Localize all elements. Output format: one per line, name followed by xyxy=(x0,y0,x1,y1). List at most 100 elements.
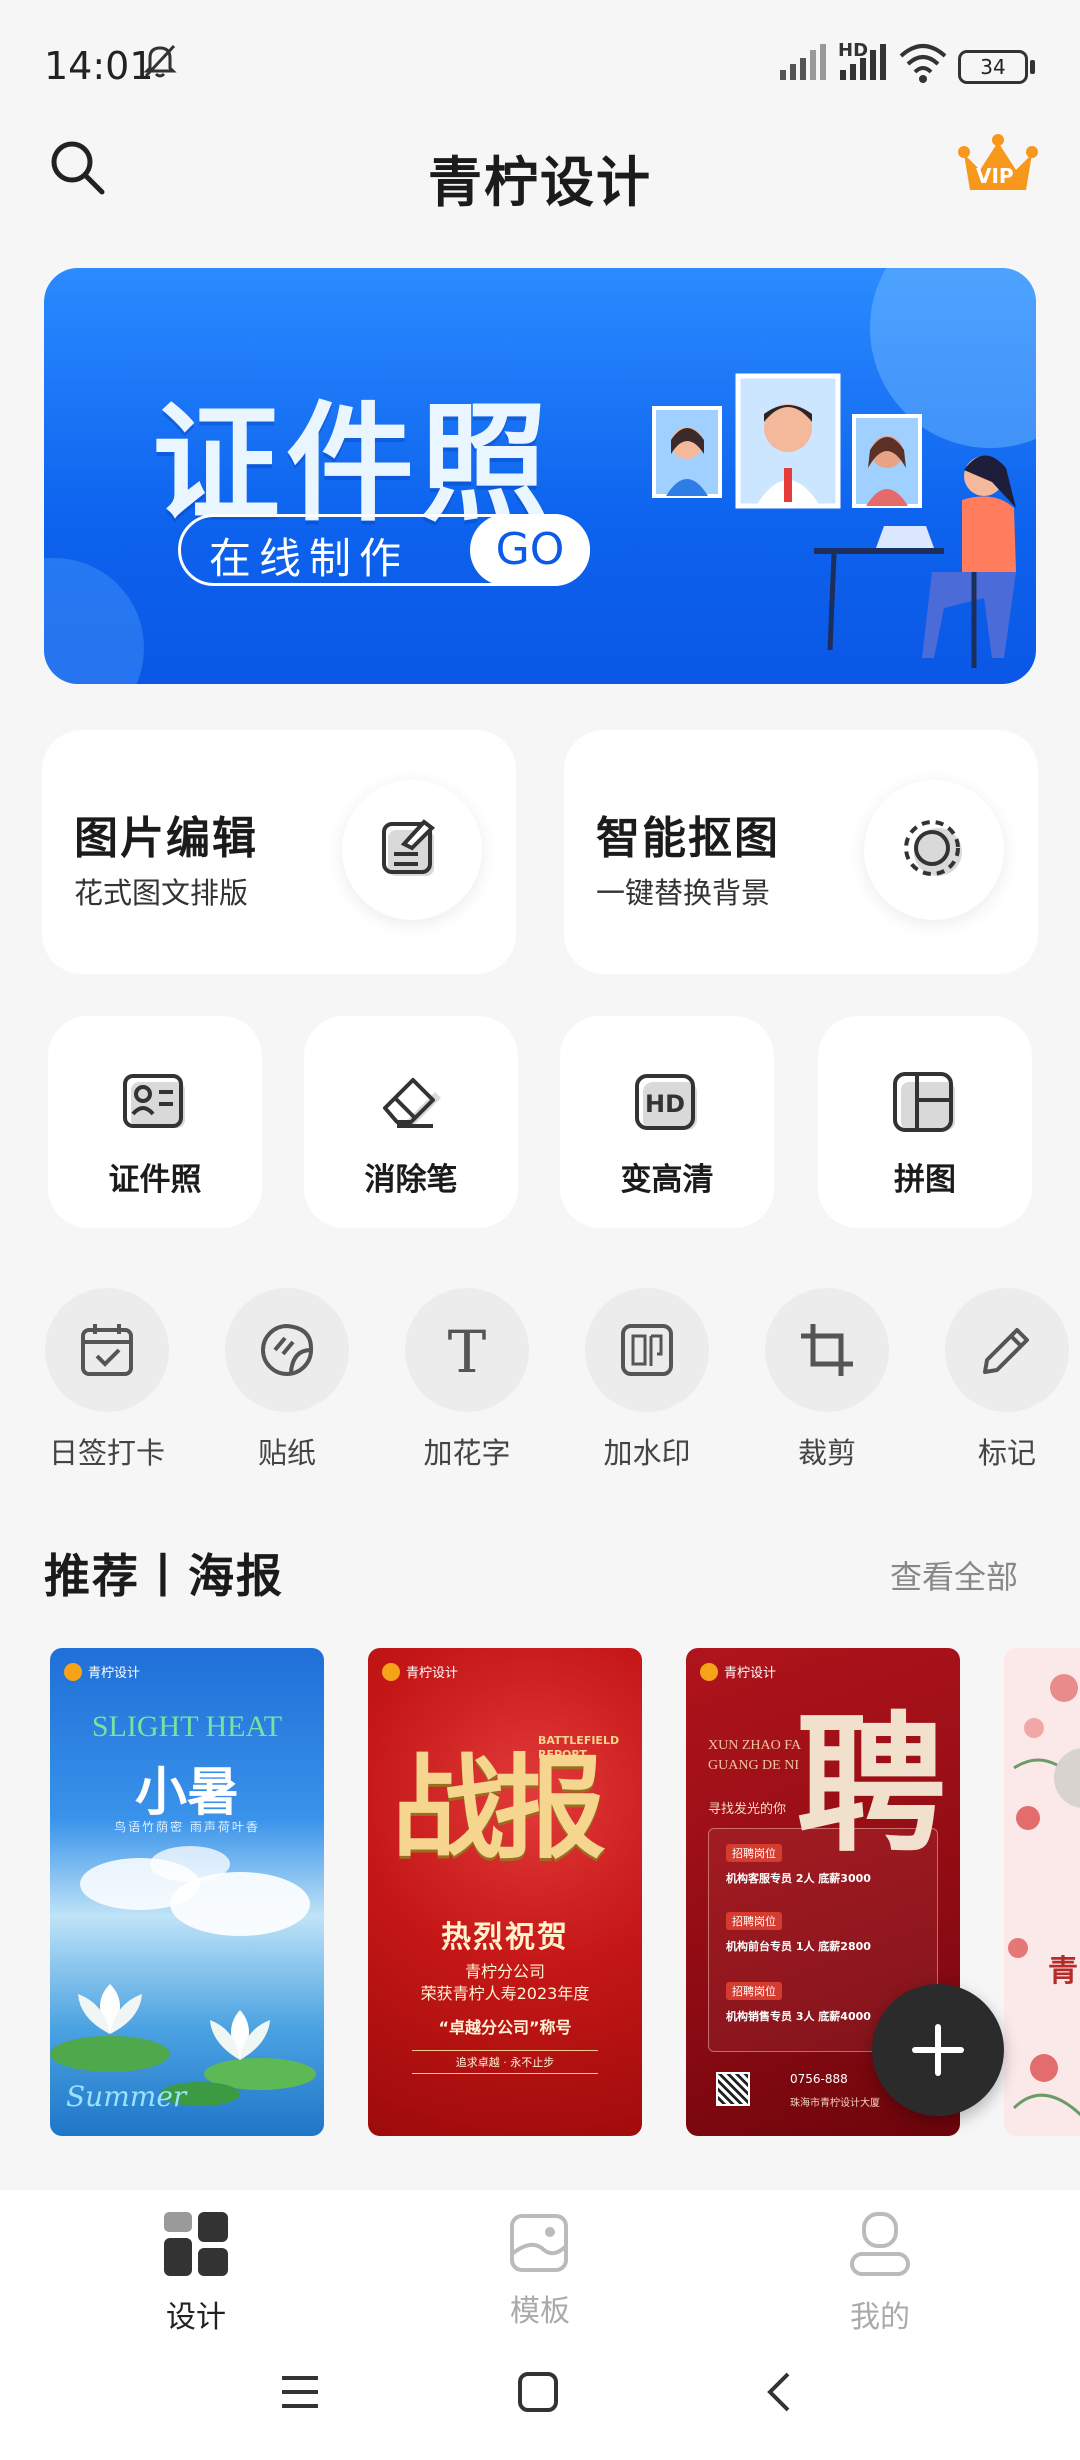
nav-label-template: 模板 xyxy=(510,2294,570,2329)
user-icon xyxy=(850,2212,910,2276)
poster-brand-name: 青柠设计 xyxy=(406,1666,459,1681)
vip-label: VIP xyxy=(976,164,1014,188)
tool-label: 消除笔 xyxy=(364,1162,458,1198)
battery-tip xyxy=(1030,60,1035,74)
round-tool-daily-checkin[interactable]: 日签打卡 xyxy=(24,1286,174,1470)
poster-script: Summer xyxy=(66,2080,187,2113)
nav-item-mine[interactable]: 我的 xyxy=(780,2210,980,2340)
poster-card-battle-report[interactable]: 青柠设计 战报 BATTLEFIELD REPORT 热烈祝贺 青柠分公司 荣获… xyxy=(368,1648,642,2136)
banner-pill[interactable]: 在线制作 GO xyxy=(178,514,590,586)
poster-card-floral[interactable]: 青 xyxy=(1004,1648,1080,2136)
job-line: 机构客服专员 2人 底薪3000 xyxy=(726,1872,871,1885)
poster-brand-name: 青柠设计 xyxy=(724,1666,777,1681)
hd-icon: HD xyxy=(635,1074,697,1130)
job-line: 机构销售专员 3人 底薪4000 xyxy=(726,2010,871,2023)
poster-en: XUN ZHAO FA GUANG DE NI xyxy=(708,1738,801,1773)
poster-subtext: 鸟语竹荫密 雨声荷叶香 xyxy=(114,1820,260,1834)
eraser-icon xyxy=(383,1078,441,1128)
tool-label: 变高清 xyxy=(620,1162,714,1198)
poster-brand: 青柠设计 xyxy=(64,1662,140,1681)
poster-phone: 0756-888 xyxy=(790,2072,848,2086)
job-tag: 招聘岗位 xyxy=(726,1982,782,2000)
feature-title: 智能抠图 xyxy=(596,813,780,864)
template-icon xyxy=(510,2214,568,2272)
add-fab-button[interactable] xyxy=(872,1984,1004,2116)
feature-icon-wrap xyxy=(342,780,482,920)
tool-label: 拼图 xyxy=(894,1162,956,1198)
system-nav-bar xyxy=(0,2340,1080,2460)
poster-line3: 荣获青柠人寿2023年度 xyxy=(420,1984,590,2003)
round-tool-circle xyxy=(945,1288,1069,1412)
poster-heading-en: SLIGHT HEAT xyxy=(91,1710,283,1743)
poster-text: 青 xyxy=(1048,1954,1078,1989)
round-tool-circle xyxy=(585,1288,709,1412)
tool-card-id-photo[interactable]: 证件照 xyxy=(48,1016,262,1228)
round-tool-crop[interactable]: 裁剪 xyxy=(744,1286,894,1470)
home-icon[interactable] xyxy=(516,2370,560,2414)
signal-hd-icon xyxy=(840,44,886,80)
poster-line1: 热烈祝贺 xyxy=(441,1920,569,1955)
tool-card-eraser[interactable]: 消除笔 xyxy=(304,1016,518,1228)
brand-logo-icon xyxy=(64,1662,82,1681)
nav-label-design: 设计 xyxy=(166,2300,226,2335)
job-tag: 招聘岗位 xyxy=(726,1912,782,1930)
brand-logo-icon xyxy=(382,1662,400,1681)
round-tool-circle xyxy=(45,1288,169,1412)
app-title: 青柠设计 xyxy=(428,151,652,214)
round-tool-label: 标记 xyxy=(977,1436,1036,1470)
poster-line4: “卓越分公司”称号 xyxy=(438,2018,572,2037)
round-tool-sticker[interactable]: 贴纸 xyxy=(204,1286,354,1470)
tool-card-hd[interactable]: HD 变高清 xyxy=(560,1016,774,1228)
poster-sub: 寻找发光的你 xyxy=(708,1802,787,1817)
status-time: 14:01 xyxy=(44,44,154,88)
text-t-icon: T xyxy=(448,1320,487,1380)
banner-deco-circle-left xyxy=(44,558,144,684)
crop-icon xyxy=(801,1324,853,1376)
round-tool-label: 裁剪 xyxy=(797,1436,856,1470)
cutout-circle-icon xyxy=(904,820,962,876)
round-tool-label: 贴纸 xyxy=(257,1436,316,1470)
tool-card-collage[interactable]: 拼图 xyxy=(818,1016,1032,1228)
app-header: 青柠设计 VIP xyxy=(0,130,1080,240)
status-bar: 14:01 HD 34 xyxy=(0,0,1080,130)
feature-subtitle: 花式图文排版 xyxy=(74,876,249,910)
pencil-icon xyxy=(983,1328,1029,1374)
banner-go-button[interactable]: GO xyxy=(470,514,590,586)
section-title-recommend: 推荐丨海报 xyxy=(44,1549,284,1603)
id-card-icon xyxy=(123,1074,185,1128)
poster-brand-name: 青柠设计 xyxy=(88,1666,141,1681)
feature-subtitle: 一键替换背景 xyxy=(596,876,771,910)
signal-icon xyxy=(780,44,826,80)
battery-level: 34 xyxy=(980,55,1006,79)
feature-card-smart-cutout[interactable]: 智能抠图 一键替换背景 xyxy=(564,730,1038,974)
round-tool-label: 日签打卡 xyxy=(48,1436,165,1470)
round-tool-label: 加水印 xyxy=(603,1436,691,1470)
feature-card-image-edit[interactable]: 图片编辑 花式图文排版 xyxy=(42,730,516,974)
round-tool-mark[interactable]: 标记 xyxy=(924,1286,1074,1470)
round-tool-fancy-text[interactable]: T 加花字 xyxy=(384,1286,534,1470)
brand-logo-icon xyxy=(700,1662,718,1681)
nav-item-template[interactable]: 模板 xyxy=(440,2210,640,2340)
menu-icon[interactable] xyxy=(278,2370,322,2414)
poster-heading-cn: 小暑 xyxy=(134,1763,239,1823)
vip-button[interactable]: VIP xyxy=(958,132,1038,202)
round-tool-watermark[interactable]: 加水印 xyxy=(564,1286,714,1470)
nav-label-mine: 我的 xyxy=(850,2300,910,2335)
bell-off-icon xyxy=(143,44,177,78)
round-tool-label: 加花字 xyxy=(423,1436,511,1470)
tool-label: 证件照 xyxy=(108,1162,202,1198)
round-tool-circle: T xyxy=(405,1288,529,1412)
svg-text:HD: HD xyxy=(645,1090,685,1118)
calendar-check-icon xyxy=(81,1324,133,1376)
qr-code xyxy=(716,2072,750,2106)
battery-icon: 34 xyxy=(958,50,1028,84)
view-all-link[interactable]: 查看全部 xyxy=(890,1552,1018,1598)
wifi-icon xyxy=(899,44,947,83)
nav-item-design[interactable]: 设计 xyxy=(96,2210,296,2340)
job-tag: 招聘岗位 xyxy=(726,1844,782,1862)
poster-card-slight-heat[interactable]: 青柠设计 SLIGHT HEAT 小暑 鸟语竹荫密 雨声荷叶香 Summer xyxy=(50,1648,324,2136)
id-photo-banner[interactable]: 证件照 在线制作 GO xyxy=(44,268,1036,684)
job-line: 机构前台专员 1人 底薪2800 xyxy=(726,1940,871,1953)
back-icon[interactable] xyxy=(758,2370,802,2414)
round-tool-circle xyxy=(225,1288,349,1412)
